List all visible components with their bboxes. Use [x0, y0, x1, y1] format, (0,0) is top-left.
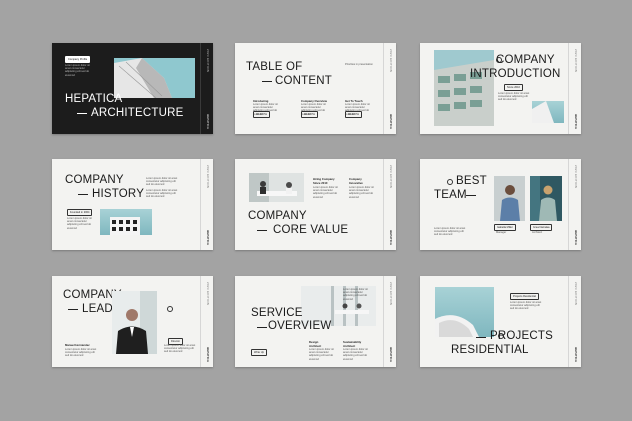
leader-portrait-photo — [112, 291, 157, 354]
toc-title-line2: CONTENT — [275, 75, 332, 87]
slide-sidebar: 2023 EDITION HEPATICA — [200, 159, 213, 250]
cover-title-line1: HEPATICA — [65, 93, 123, 105]
projects-rule — [476, 337, 486, 338]
projects-badge: Projects Residential — [510, 293, 539, 300]
intro-badge: Since 2010 — [504, 84, 523, 91]
leader-text: Lorem ipsum dolor sit amet consectetur a… — [164, 344, 196, 354]
toc-page-1[interactable]: 00-00 PH — [253, 111, 270, 118]
slide-core-value[interactable]: Hiring Company Since 2010 Company Innova… — [235, 159, 396, 250]
slide-sidebar: 2023 EDITION HEPATICA — [200, 276, 213, 367]
leader-name: Manuel Hernandez — [65, 343, 90, 347]
core-value-heading-2: Company Innovative — [349, 177, 363, 185]
service-text-top: Lorem ipsum dolor sit amet consectetur a… — [343, 288, 368, 301]
team-title-line1: BEST — [456, 175, 487, 187]
slide-table-of-content[interactable]: TABLE OF CONTENT Introducing Company Ove… — [235, 43, 396, 134]
team-member-2-role: Architect — [532, 231, 543, 234]
history-text-2: Lorem ipsum dolor sit amet consectetur a… — [146, 189, 178, 199]
service-write-up-button[interactable]: Write Up — [251, 349, 268, 356]
slide-best-team[interactable]: BEST TEAM Lorem ipsum dolor sit amet con… — [420, 159, 581, 250]
leader-bio: Lorem ipsum dolor sit amet consectetur a… — [65, 348, 97, 358]
leader-circle-marker — [167, 306, 173, 312]
slide-sidebar: 2023 EDITION HEPATICA — [383, 43, 396, 134]
service-rule — [257, 327, 267, 328]
service-heading-1: Design Architect — [309, 340, 322, 348]
leader-rule — [68, 309, 78, 310]
toc-page-2[interactable]: 00-00 PH — [301, 111, 318, 118]
team-title-line2: TEAM — [434, 189, 467, 201]
history-text-3: Lorem ipsum dolor sit amet consectetur a… — [67, 217, 92, 230]
history-text-1: Lorem ipsum dolor sit amet consectetur a… — [146, 177, 178, 187]
slide-service-overview[interactable]: Lorem ipsum dolor sit amet consectetur a… — [235, 276, 396, 367]
slide-company-history[interactable]: COMPANY HISTORY Lorem ipsum dolor sit am… — [52, 159, 213, 250]
core-value-heading-1: Hiring Company Since 2010 — [313, 177, 335, 185]
intro-title-line1: COMPANY — [496, 54, 555, 66]
history-badge: Founded in 2004 — [67, 209, 93, 216]
profile-badge: Company Profile — [65, 56, 91, 63]
projects-text: Lorem ipsum dolor sit amet consectetur a… — [510, 301, 542, 311]
slide-projects-residential[interactable]: Projects Residential Lorem ipsum dolor s… — [420, 276, 581, 367]
toc-col3-note: Priorities in presentation — [345, 63, 373, 66]
slide-company-introduction[interactable]: COMPANY INTRODUCTION Since 2010 Lorem ip… — [420, 43, 581, 134]
slide-sidebar: 2023 EDITION HEPATICA — [568, 276, 581, 367]
slide-sidebar: 2023 EDITION HEPATICA — [383, 159, 396, 250]
history-title-line2: HISTORY — [92, 188, 145, 200]
core-value-meeting-photo — [249, 173, 304, 202]
team-member-1-name: Isabella Miller — [494, 224, 516, 231]
slide-cover[interactable]: Company Profile Lorem ipsum dolor sit am… — [52, 43, 213, 134]
slide-sidebar: 2023 EDITION HEPATICA — [568, 159, 581, 250]
history-rule — [78, 194, 88, 195]
slide-company-leader[interactable]: COMPANY LEADER Director Lorem ipsum dolo… — [52, 276, 213, 367]
slide-sidebar: 2023 EDITION HEPATICA — [568, 43, 581, 134]
toc-rule — [262, 81, 272, 82]
core-value-rule — [257, 230, 267, 231]
intro-building-photo — [434, 50, 494, 126]
cover-building-photo — [114, 58, 195, 98]
team-rule — [466, 195, 476, 196]
core-value-title-line1: COMPANY — [248, 210, 307, 222]
service-heading-2: Sustainability Architect — [343, 340, 362, 348]
team-text: Lorem ipsum dolor sit amet consectetur a… — [434, 227, 466, 237]
intro-title-line2: INTRODUCTION — [470, 68, 561, 80]
toc-title-line1: TABLE OF — [246, 61, 303, 73]
service-title-line2: OVERVIEW — [268, 320, 332, 332]
projects-building-photo — [435, 287, 494, 337]
slide-sidebar: 2023 EDITION HEPATICA — [383, 276, 396, 367]
service-text-2: Lorem ipsum dolor sit amet consectetur a… — [343, 348, 368, 361]
cover-title-line2: ARCHITECTURE — [91, 107, 184, 119]
toc-page-3[interactable]: 00-00 PH — [345, 111, 362, 118]
history-building-photo — [100, 209, 152, 235]
cover-blurb: Lorem ipsum dolor sit amet consectetur a… — [65, 64, 90, 77]
intro-text: Lorem ipsum dolor sit amet consectetur a… — [498, 92, 530, 102]
projects-title-line2: RESIDENTIAL — [451, 344, 529, 356]
team-member-2-name: Grea Narralaa — [530, 224, 553, 231]
intro-small-photo — [532, 101, 564, 123]
team-member-1-photo — [494, 176, 525, 221]
core-value-text-2: Lorem ipsum dolor sit amet consectetur a… — [349, 186, 374, 199]
slide-sidebar: 2023 EDITION HEPATICA — [200, 43, 213, 134]
service-title-line1: SERVICE — [251, 307, 303, 319]
history-title-line1: COMPANY — [65, 174, 124, 186]
team-member-2-photo — [530, 176, 562, 221]
core-value-text-1: Lorem ipsum dolor sit amet consectetur a… — [313, 186, 338, 199]
cover-rule — [77, 113, 87, 114]
service-text-1: Lorem ipsum dolor sit amet consectetur a… — [309, 348, 334, 361]
team-member-1-role: Manager — [496, 231, 507, 234]
team-circle-marker — [447, 179, 453, 185]
projects-title-line1: PROJECTS — [490, 330, 553, 342]
core-value-title-line2: CORE VALUE — [273, 224, 349, 236]
